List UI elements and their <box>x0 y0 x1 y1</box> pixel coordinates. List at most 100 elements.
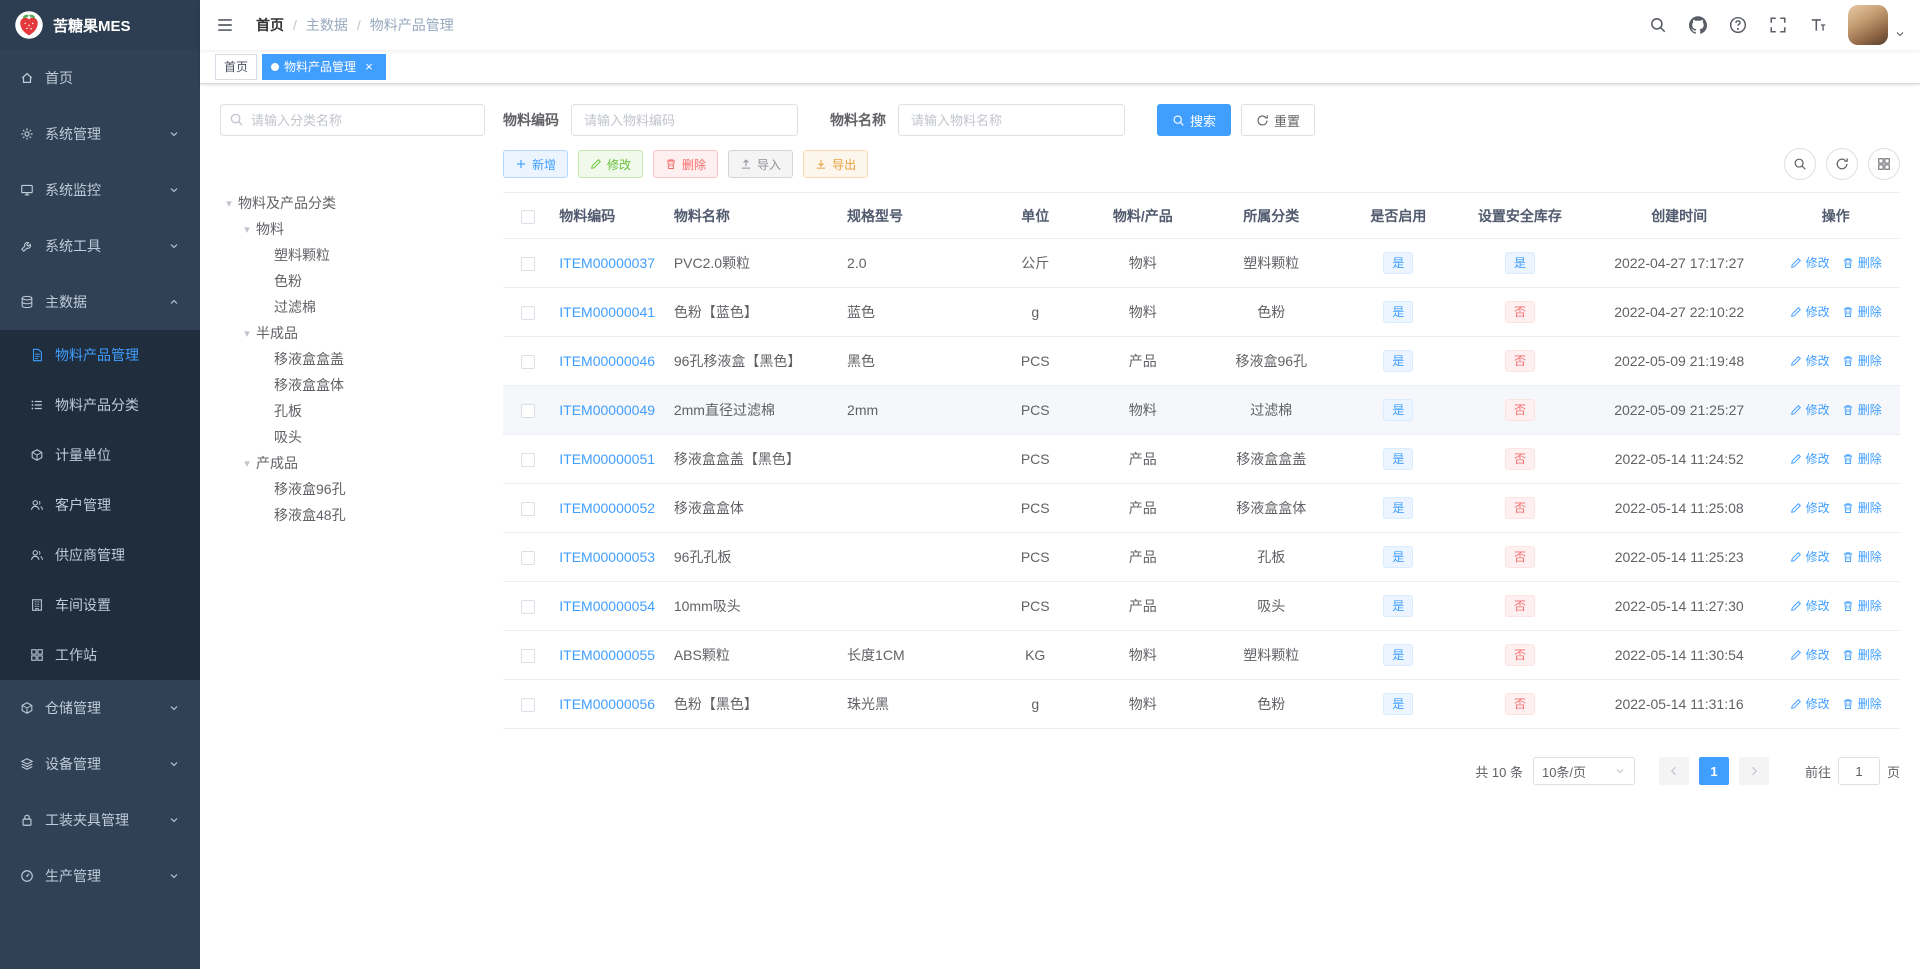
fullscreen-button[interactable] <box>1758 0 1798 50</box>
sidebar-subitem-supplier-management[interactable]: 供应商管理 <box>0 530 200 580</box>
row-delete-button[interactable]: 删除 <box>1842 548 1882 565</box>
sidebar-item-system-admin[interactable]: 系统管理 <box>0 106 200 162</box>
row-checkbox[interactable] <box>521 649 536 664</box>
delete-button[interactable]: 删除 <box>653 150 719 178</box>
sidebar-item-fixture-management[interactable]: 工装夹具管理 <box>0 792 200 848</box>
tag-item[interactable]: 首页 <box>215 53 258 80</box>
github-button[interactable] <box>1678 0 1718 50</box>
sidebar-item-warehouse-management[interactable]: 仓储管理 <box>0 680 200 736</box>
import-button[interactable]: 导入 <box>728 150 794 178</box>
sidebar-item-home[interactable]: 首页 <box>0 50 200 106</box>
tree-node[interactable]: 移液盒96孔 <box>220 476 485 502</box>
row-checkbox[interactable] <box>521 257 536 272</box>
material-name-input[interactable] <box>898 104 1125 136</box>
material-code-link[interactable]: ITEM00000041 <box>559 304 655 320</box>
row-edit-button[interactable]: 修改 <box>1790 401 1830 418</box>
sidebar-item-system-monitor[interactable]: 系统监控 <box>0 162 200 218</box>
row-edit-button[interactable]: 修改 <box>1790 352 1830 369</box>
reset-button[interactable]: 重置 <box>1241 104 1316 136</box>
caret-down-icon[interactable]: ▾ <box>238 223 256 236</box>
tree-node[interactable]: 移液盒盒盖 <box>220 346 485 372</box>
caret-down-icon[interactable]: ▾ <box>238 457 256 470</box>
sidebar-subitem-material-product-management[interactable]: 物料产品管理 <box>0 330 200 380</box>
tree-node[interactable]: 吸头 <box>220 424 485 450</box>
prev-page-button[interactable] <box>1658 757 1689 785</box>
tree-node[interactable]: ▾ 半成品 <box>220 320 485 346</box>
row-delete-button[interactable]: 删除 <box>1842 695 1882 712</box>
tree-node[interactable]: ▾ 产成品 <box>220 450 485 476</box>
material-code-link[interactable]: ITEM00000052 <box>559 500 655 516</box>
material-code-link[interactable]: ITEM00000056 <box>559 696 655 712</box>
tree-node[interactable]: ▾ 物料 <box>220 216 485 242</box>
menu-fold-button[interactable] <box>200 0 250 50</box>
search-circle-button[interactable] <box>1784 148 1816 180</box>
sidebar-item-system-tools[interactable]: 系统工具 <box>0 218 200 274</box>
row-edit-button[interactable]: 修改 <box>1790 254 1830 271</box>
row-checkbox[interactable] <box>521 453 536 468</box>
add-button[interactable]: 新增 <box>503 150 569 178</box>
select-all-checkbox[interactable] <box>521 209 536 224</box>
close-icon[interactable]: × <box>361 59 377 75</box>
row-delete-button[interactable]: 删除 <box>1842 254 1882 271</box>
material-code-link[interactable]: ITEM00000054 <box>559 598 655 614</box>
tree-node[interactable]: 孔板 <box>220 398 485 424</box>
sidebar-subitem-material-product-category[interactable]: 物料产品分类 <box>0 380 200 430</box>
tree-node[interactable]: 移液盒48孔 <box>220 502 485 528</box>
row-edit-button[interactable]: 修改 <box>1790 597 1830 614</box>
current-page-button[interactable]: 1 <box>1698 757 1729 785</box>
row-checkbox[interactable] <box>521 551 536 566</box>
font-size-button[interactable] <box>1798 0 1838 50</box>
tree-node[interactable]: 色粉 <box>220 268 485 294</box>
row-edit-button[interactable]: 修改 <box>1790 646 1830 663</box>
row-edit-button[interactable]: 修改 <box>1790 548 1830 565</box>
material-code-input[interactable] <box>571 104 798 136</box>
app-logo[interactable]: 苦糖果MES <box>0 0 200 50</box>
row-edit-button[interactable]: 修改 <box>1790 450 1830 467</box>
material-code-link[interactable]: ITEM00000037 <box>559 255 655 271</box>
sidebar-subitem-workshop-settings[interactable]: 车间设置 <box>0 580 200 630</box>
sidebar-subitem-workstation[interactable]: 工作站 <box>0 630 200 680</box>
row-checkbox[interactable] <box>521 306 536 321</box>
material-code-link[interactable]: ITEM00000051 <box>559 451 655 467</box>
search-button[interactable] <box>1638 0 1678 50</box>
next-page-button[interactable] <box>1738 757 1769 785</box>
tree-node[interactable]: 塑料颗粒 <box>220 242 485 268</box>
material-code-link[interactable]: ITEM00000055 <box>559 647 655 663</box>
user-menu[interactable] <box>1848 5 1906 45</box>
tree-node[interactable]: 过滤棉 <box>220 294 485 320</box>
sidebar-subitem-unit-of-measure[interactable]: 计量单位 <box>0 430 200 480</box>
question-button[interactable] <box>1718 0 1758 50</box>
row-checkbox[interactable] <box>521 600 536 615</box>
category-search-input[interactable] <box>220 104 485 136</box>
row-checkbox[interactable] <box>521 404 536 419</box>
row-edit-button[interactable]: 修改 <box>1790 303 1830 320</box>
row-delete-button[interactable]: 删除 <box>1842 303 1882 320</box>
user-avatar[interactable] <box>1848 5 1888 45</box>
caret-down-icon[interactable]: ▾ <box>220 197 238 210</box>
caret-down-icon[interactable]: ▾ <box>238 327 256 340</box>
row-delete-button[interactable]: 删除 <box>1842 352 1882 369</box>
sidebar-item-master-data[interactable]: 主数据 <box>0 274 200 330</box>
row-delete-button[interactable]: 删除 <box>1842 450 1882 467</box>
row-delete-button[interactable]: 删除 <box>1842 597 1882 614</box>
row-delete-button[interactable]: 删除 <box>1842 401 1882 418</box>
tag-item[interactable]: 物料产品管理 × <box>262 53 387 80</box>
row-checkbox[interactable] <box>521 698 536 713</box>
refresh-circle-button[interactable] <box>1826 148 1858 180</box>
grid-circle-button[interactable] <box>1868 148 1900 180</box>
material-code-link[interactable]: ITEM00000046 <box>559 353 655 369</box>
sidebar-subitem-customer-management[interactable]: 客户管理 <box>0 480 200 530</box>
row-edit-button[interactable]: 修改 <box>1790 499 1830 516</box>
page-size-select[interactable]: 10条/页 <box>1532 757 1635 785</box>
search-button[interactable]: 搜索 <box>1157 104 1232 136</box>
material-code-link[interactable]: ITEM00000053 <box>559 549 655 565</box>
sidebar-item-production-management[interactable]: 生产管理 <box>0 848 200 904</box>
row-edit-button[interactable]: 修改 <box>1790 695 1830 712</box>
row-checkbox[interactable] <box>521 502 536 517</box>
row-delete-button[interactable]: 删除 <box>1842 499 1882 516</box>
sidebar-item-equipment-management[interactable]: 设备管理 <box>0 736 200 792</box>
breadcrumb-item[interactable]: 首页 <box>256 15 284 35</box>
tree-node[interactable]: ▾ 物料及产品分类 <box>220 190 485 216</box>
tree-node[interactable]: 移液盒盒体 <box>220 372 485 398</box>
row-delete-button[interactable]: 删除 <box>1842 646 1882 663</box>
